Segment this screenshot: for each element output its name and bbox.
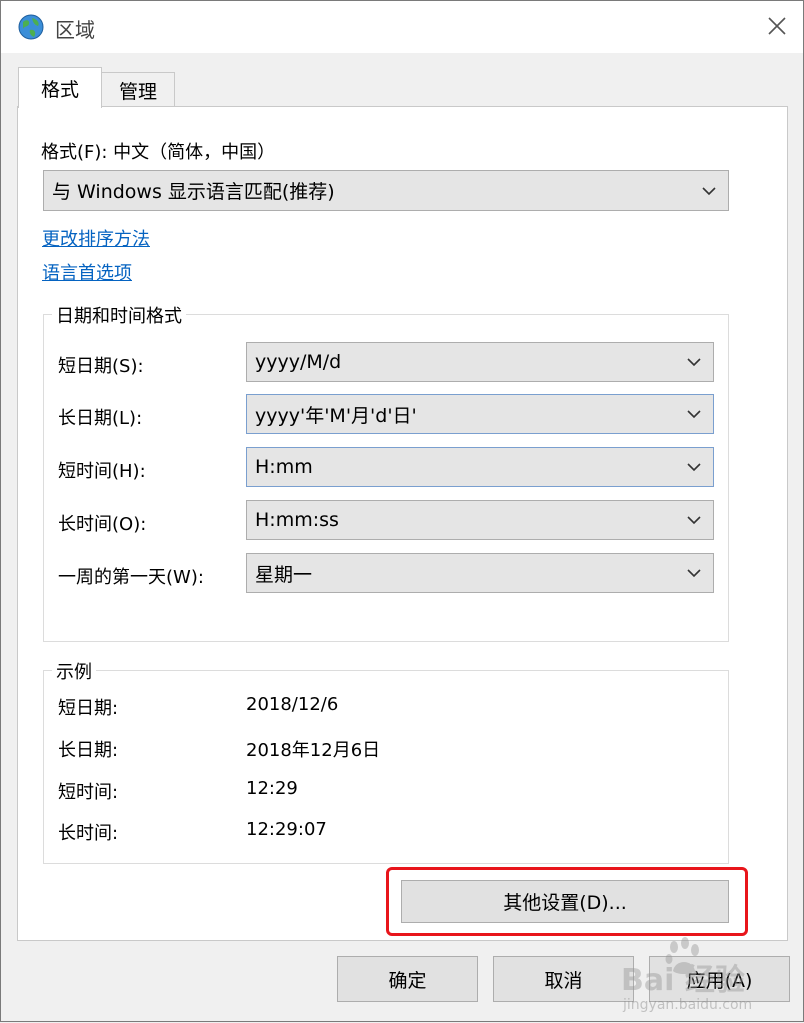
long-time-label: 长时间(O): — [58, 514, 147, 535]
example-short-date-value: 2018/12/6 — [246, 694, 339, 715]
ok-label: 确定 — [388, 969, 427, 992]
example-long-time-label: 长时间: — [58, 823, 119, 844]
tab-management[interactable]: 管理 — [101, 72, 175, 108]
datetime-group-title: 日期和时间格式 — [52, 302, 186, 328]
chevron-down-icon — [687, 516, 701, 525]
globe-icon — [18, 14, 44, 40]
close-button[interactable] — [753, 1, 801, 51]
tab-management-label: 管理 — [118, 81, 157, 103]
first-day-of-week-label: 一周的第一天(W): — [58, 567, 204, 588]
first-day-of-week-value: 星期一 — [255, 563, 313, 586]
change-sort-link[interactable]: 更改排序方法 — [42, 225, 150, 251]
region-dialog: 区域 格式 管理 格式(F): 中文（简体，中国） 与 Windows 显示语言… — [0, 0, 804, 1022]
chevron-down-icon — [687, 410, 701, 419]
language-preferences-link[interactable]: 语言首选项 — [42, 259, 132, 285]
format-select-value: 与 Windows 显示语言匹配(推荐) — [52, 181, 335, 203]
example-group — [43, 670, 729, 864]
chevron-down-icon — [687, 569, 701, 578]
chevron-down-icon — [687, 358, 701, 367]
example-long-time-value: 12:29:07 — [246, 819, 327, 840]
window-title: 区域 — [55, 18, 95, 42]
short-time-value: H:mm — [255, 456, 313, 478]
long-date-value: yyyy'年'M'月'd'日' — [255, 404, 417, 427]
highlight-box — [386, 867, 748, 936]
watermark-brand: Bai 经验 — [621, 963, 745, 998]
cancel-label: 取消 — [544, 969, 583, 992]
format-select[interactable]: 与 Windows 显示语言匹配(推荐) — [43, 170, 729, 211]
title-bar: 区域 — [1, 1, 803, 53]
long-time-select[interactable]: H:mm:ss — [246, 500, 714, 540]
example-long-date-value: 2018年12月6日 — [246, 740, 381, 761]
tab-format[interactable]: 格式 — [18, 67, 102, 108]
example-short-time-value: 12:29 — [246, 778, 298, 799]
example-short-time-label: 短时间: — [58, 782, 119, 803]
first-day-of-week-select[interactable]: 星期一 — [246, 553, 714, 593]
tab-format-label: 格式 — [40, 78, 79, 101]
chevron-down-icon — [687, 463, 701, 472]
short-time-select[interactable]: H:mm — [246, 447, 714, 487]
short-time-label: 短时间(H): — [58, 461, 146, 482]
long-date-label: 长日期(L): — [58, 408, 143, 429]
long-time-value: H:mm:ss — [255, 509, 339, 531]
long-date-select[interactable]: yyyy'年'M'月'd'日' — [246, 394, 714, 434]
example-group-title: 示例 — [52, 658, 96, 684]
short-date-label: 短日期(S): — [58, 356, 144, 377]
short-date-select[interactable]: yyyy/M/d — [246, 342, 714, 382]
example-short-date-label: 短日期: — [58, 698, 119, 719]
format-label: 格式(F): 中文（简体，中国） — [41, 142, 276, 163]
short-date-value: yyyy/M/d — [255, 351, 342, 373]
format-tab-panel: 格式(F): 中文（简体，中国） 与 Windows 显示语言匹配(推荐) 更改… — [17, 106, 788, 941]
chevron-down-icon — [702, 186, 716, 195]
close-icon — [768, 17, 786, 35]
example-long-date-label: 长日期: — [58, 740, 119, 761]
watermark-url: jingyan.baidu.com — [623, 997, 753, 1013]
baidu-watermark: Bai 经验 jingyan.baidu.com — [613, 937, 803, 1023]
ok-button[interactable]: 确定 — [337, 956, 478, 1002]
